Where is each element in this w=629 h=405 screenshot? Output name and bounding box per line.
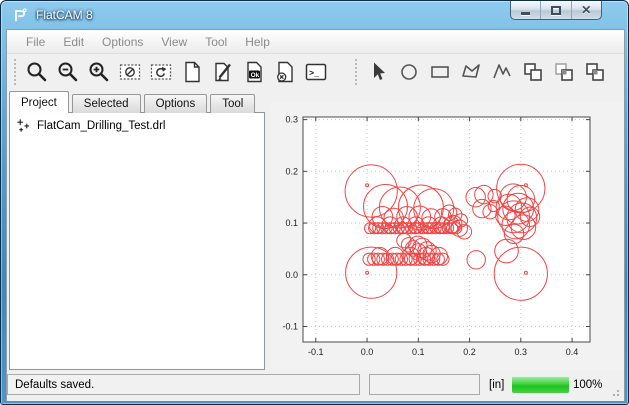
- move-objects-button[interactable]: [579, 57, 610, 87]
- resize-grip[interactable]: [610, 387, 620, 397]
- flatcam-logo-icon: [12, 7, 28, 23]
- window-title: FlatCAM 8: [36, 8, 93, 22]
- flatcam-window: FlatCAM 8 ✕ FileEditOptionsViewToolHelp …: [0, 0, 629, 405]
- update-edit-button[interactable]: Ok: [238, 57, 269, 87]
- tab-tool[interactable]: Tool: [210, 94, 255, 113]
- menu-file[interactable]: File: [17, 32, 54, 52]
- svg-text:0.0: 0.0: [285, 270, 298, 280]
- svg-text:0.1: 0.1: [285, 218, 298, 228]
- replot-icon: [149, 60, 173, 84]
- tab-selected[interactable]: Selected: [72, 94, 141, 113]
- edit-object-button[interactable]: [207, 57, 238, 87]
- toolbar-drag-handle[interactable]: [14, 59, 16, 85]
- maximize-button[interactable]: [541, 1, 571, 19]
- select-icon: [366, 60, 390, 84]
- polygon-union-button[interactable]: [517, 57, 548, 87]
- menu-view[interactable]: View: [152, 32, 196, 52]
- copy-objects-button[interactable]: [548, 57, 579, 87]
- shell-button[interactable]: >_: [300, 57, 331, 87]
- close-button[interactable]: ✕: [572, 1, 601, 19]
- window-content: FileEditOptionsViewToolHelp Ok>_ Project…: [6, 29, 625, 401]
- toolbar-group-plot: Ok >_: [21, 57, 331, 87]
- svg-text:0.1: 0.1: [412, 347, 425, 357]
- svg-text:0.2: 0.2: [285, 166, 298, 176]
- title-bar[interactable]: FlatCAM 8 ✕: [1, 1, 628, 29]
- replot-button[interactable]: [145, 57, 176, 87]
- x-axis-tick-labels: -0.1 0.0 0.1 0.2 0.3 0.4: [308, 347, 578, 357]
- cancel-edit-icon: [273, 60, 297, 84]
- shell-icon: >_: [304, 60, 328, 84]
- plot-canvas[interactable]: -0.1 0.0 0.1 0.2 0.3 0.4 -0.1 0.0 0.1 0.2 0.3: [271, 102, 624, 370]
- draw-rectangle-icon: [428, 60, 452, 84]
- tab-bar: ProjectSelectedOptionsTool: [9, 91, 258, 113]
- draw-polygon-icon: [459, 60, 483, 84]
- draw-path-button[interactable]: [486, 57, 517, 87]
- copy-objects-icon: [552, 60, 576, 84]
- svg-text:-0.1: -0.1: [308, 347, 324, 357]
- cancel-edit-button[interactable]: [269, 57, 300, 87]
- tab-project[interactable]: Project: [9, 91, 69, 113]
- clear-plot-button[interactable]: [114, 57, 145, 87]
- svg-text:0.3: 0.3: [285, 115, 298, 125]
- menu-tool[interactable]: Tool: [196, 32, 236, 52]
- zoom-fit-button[interactable]: [21, 57, 52, 87]
- menu-bar: FileEditOptionsViewToolHelp: [7, 30, 624, 54]
- menu-edit[interactable]: Edit: [54, 32, 93, 52]
- svg-text:>_: >_: [309, 69, 320, 79]
- toolbar: Ok >_: [7, 55, 624, 89]
- progress-fill: [512, 376, 569, 393]
- zoom-out-button[interactable]: [52, 57, 83, 87]
- plot-panel: -0.1 0.0 0.1 0.2 0.3 0.4 -0.1 0.0 0.1 0.2 0.3: [271, 102, 624, 370]
- zoom-in-icon: [87, 60, 111, 84]
- maximize-icon: [551, 6, 561, 15]
- svg-text:0.0: 0.0: [361, 347, 374, 357]
- minimize-icon: [521, 12, 530, 15]
- progress-bar: [512, 376, 569, 393]
- zoom-fit-icon: [25, 60, 49, 84]
- window-controls: ✕: [510, 1, 602, 20]
- polygon-union-icon: [521, 60, 545, 84]
- clear-plot-icon: [118, 60, 142, 84]
- select-button[interactable]: [362, 57, 393, 87]
- draw-path-icon: [490, 60, 514, 84]
- zoom-out-icon: [56, 60, 80, 84]
- tree-item-drill-object[interactable]: FlatCam_Drilling_Test.drl: [10, 113, 264, 138]
- status-message: Defaults saved.: [7, 374, 360, 395]
- status-selection: [369, 374, 480, 395]
- drill-object-icon: [16, 118, 31, 133]
- svg-text:0.2: 0.2: [463, 347, 476, 357]
- status-bar: Defaults saved. [in] 100%: [7, 370, 624, 401]
- edit-object-icon: [211, 60, 235, 84]
- zoom-in-button[interactable]: [83, 57, 114, 87]
- project-tree-panel[interactable]: FlatCam_Drilling_Test.drl: [9, 112, 265, 370]
- toolbar-drag-handle[interactable]: [355, 59, 357, 85]
- new-file-button[interactable]: [176, 57, 207, 87]
- y-axis-tick-labels: -0.1 0.0 0.1 0.2 0.3: [282, 115, 298, 332]
- update-edit-icon: Ok: [242, 60, 266, 84]
- progress-percent-label: 100%: [573, 374, 602, 395]
- draw-polygon-button[interactable]: [455, 57, 486, 87]
- toolbar-group-draw: [362, 57, 610, 87]
- menu-options[interactable]: Options: [93, 32, 152, 52]
- svg-text:-0.1: -0.1: [282, 321, 298, 331]
- units-indicator: [in]: [489, 374, 504, 395]
- svg-text:0.3: 0.3: [515, 347, 528, 357]
- draw-circle-button[interactable]: [393, 57, 424, 87]
- svg-text:0.4: 0.4: [566, 347, 579, 357]
- close-icon: ✕: [581, 4, 591, 16]
- menu-help[interactable]: Help: [236, 32, 279, 52]
- tab-options[interactable]: Options: [144, 94, 208, 113]
- tree-item-label: FlatCam_Drilling_Test.drl: [37, 120, 165, 132]
- svg-text:Ok: Ok: [250, 72, 259, 79]
- draw-circle-icon: [397, 60, 421, 84]
- move-objects-icon: [583, 60, 607, 84]
- minimize-button[interactable]: [511, 1, 541, 19]
- draw-rectangle-button[interactable]: [424, 57, 455, 87]
- new-file-icon: [180, 60, 204, 84]
